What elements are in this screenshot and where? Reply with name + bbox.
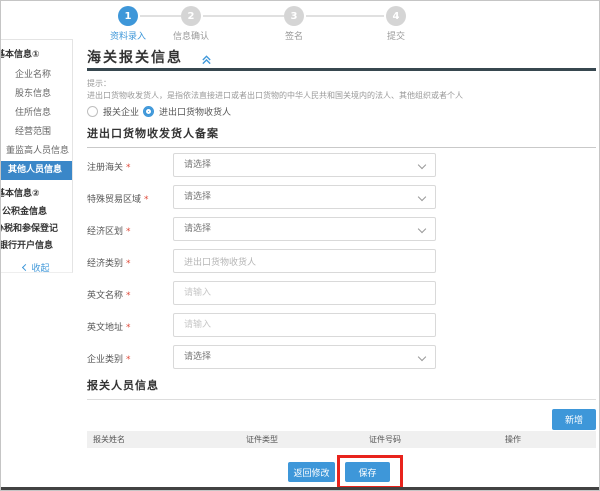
field-label: 经济类别* bbox=[87, 256, 131, 269]
back-to-edit-button[interactable]: 返回修改 bbox=[288, 462, 335, 482]
sidebar-group-basic-info-2[interactable]: 基本信息② bbox=[1, 186, 72, 199]
sidebar-item-housing-fund[interactable]: 公积金信息 bbox=[2, 204, 72, 221]
sidebar-item-bank-account[interactable]: 银行开户信息 bbox=[1, 238, 72, 255]
radio-checked-icon bbox=[143, 106, 154, 117]
economic-zone-select[interactable]: 请选择 bbox=[173, 217, 436, 241]
sidebar-item-company-name[interactable]: 企业名称 bbox=[15, 66, 72, 85]
hint-label: 提示： bbox=[87, 78, 111, 89]
step-3-label: 签名 bbox=[254, 29, 334, 42]
page: 1 2 3 4 资料录入 信息确认 签名 提交 基本信息① 企业名称 股东信息 … bbox=[0, 0, 600, 491]
radio-unchecked-icon bbox=[87, 106, 98, 117]
radio-import-export-consignee[interactable]: 进出口货物收货人 bbox=[143, 105, 231, 118]
form-row-registered-customs: 注册海关* 请选择 bbox=[87, 153, 596, 185]
section-filing-title: 进出口货物收发货人备案 bbox=[87, 125, 596, 148]
field-label: 特殊贸易区域* bbox=[87, 192, 149, 205]
field-label: 经济区划* bbox=[87, 224, 131, 237]
form-row-economic-zone: 经济区划* 请选择 bbox=[87, 217, 596, 249]
form-row-enterprise-category: 企业类别* 请选择 bbox=[87, 345, 596, 377]
chevron-down-icon bbox=[418, 193, 426, 201]
step-1-circle[interactable]: 1 bbox=[118, 6, 138, 26]
sidebar-item-business-scope[interactable]: 经营范围 bbox=[15, 123, 72, 142]
collapse-section-icon[interactable] bbox=[201, 50, 212, 69]
add-staff-button[interactable]: 新增 bbox=[552, 409, 596, 430]
english-address-input[interactable] bbox=[173, 313, 436, 337]
special-trade-zone-select[interactable]: 请选择 bbox=[173, 185, 436, 209]
step-connector bbox=[306, 15, 384, 17]
radio-label: 进出口货物收货人 bbox=[159, 105, 231, 118]
required-asterisk: * bbox=[144, 195, 149, 205]
sidebar-group-basic-info-1[interactable]: 基本信息① bbox=[1, 47, 72, 60]
chevron-down-icon bbox=[418, 353, 426, 361]
col-id-number: 证件号码 bbox=[369, 434, 505, 445]
step-4-label: 提交 bbox=[356, 29, 436, 42]
step-connector bbox=[140, 15, 181, 17]
field-label: 注册海关* bbox=[87, 160, 131, 173]
radio-label: 报关企业 bbox=[103, 105, 139, 118]
sidebar-collapse-label: 收起 bbox=[31, 264, 49, 273]
sidebar: 基本信息① 企业名称 股东信息 住所信息 经营范围 董监高人员信息 其他人员信息… bbox=[1, 39, 73, 273]
step-connector bbox=[203, 15, 284, 17]
section-staff-title: 报关人员信息 bbox=[87, 377, 596, 400]
step-3-circle[interactable]: 3 bbox=[284, 6, 304, 26]
sidebar-item-tax-social-security[interactable]: 办税和参保登记 bbox=[1, 221, 72, 238]
sidebar-item-executives-info[interactable]: 董监高人员信息 bbox=[6, 142, 72, 161]
step-4-circle[interactable]: 4 bbox=[386, 6, 406, 26]
required-asterisk: * bbox=[126, 259, 131, 269]
english-name-input[interactable] bbox=[173, 281, 436, 305]
field-label: 英文地址* bbox=[87, 320, 131, 333]
enterprise-category-select[interactable]: 请选择 bbox=[173, 345, 436, 369]
sidebar-collapse-button[interactable]: 收起 bbox=[1, 261, 72, 273]
title-divider bbox=[87, 68, 596, 71]
form-row-english-name: 英文名称* bbox=[87, 281, 596, 313]
save-button[interactable]: 保存 bbox=[345, 462, 390, 482]
field-label: 企业类别* bbox=[87, 352, 131, 365]
sidebar-item-other-personnel-active[interactable]: 其他人员信息 bbox=[1, 161, 72, 180]
radio-customs-enterprise[interactable]: 报关企业 bbox=[87, 105, 139, 118]
required-asterisk: * bbox=[126, 291, 131, 301]
col-declarant-name: 报关姓名 bbox=[87, 434, 246, 445]
form-row-economic-category: 经济类别* bbox=[87, 249, 596, 281]
economic-category-field bbox=[173, 249, 436, 273]
select-value: 请选择 bbox=[184, 160, 211, 170]
required-asterisk: * bbox=[126, 163, 131, 173]
select-value: 请选择 bbox=[184, 224, 211, 234]
required-asterisk: * bbox=[126, 323, 131, 333]
registered-customs-select[interactable]: 请选择 bbox=[173, 153, 436, 177]
hint-text: 进出口货物收发货人，是指依法直接进口或者出口货物的中华人民共和国关境内的法人、其… bbox=[87, 90, 463, 101]
staff-table-header: 报关姓名 证件类型 证件号码 操作 bbox=[87, 431, 596, 448]
step-2-circle[interactable]: 2 bbox=[181, 6, 201, 26]
sidebar-item-address-info[interactable]: 住所信息 bbox=[15, 104, 72, 123]
select-value: 请选择 bbox=[184, 352, 211, 362]
select-value: 请选择 bbox=[184, 192, 211, 202]
chevron-left-icon bbox=[22, 264, 29, 271]
form-row-special-trade-zone: 特殊贸易区域* 请选择 bbox=[87, 185, 596, 217]
bottom-edge-bar bbox=[1, 487, 599, 490]
required-asterisk: * bbox=[126, 355, 131, 365]
step-2-label: 信息确认 bbox=[151, 29, 231, 42]
col-actions: 操作 bbox=[505, 434, 596, 445]
chevron-down-icon bbox=[418, 161, 426, 169]
page-title: 海关报关信息 bbox=[87, 47, 183, 67]
col-id-type: 证件类型 bbox=[246, 434, 369, 445]
sidebar-item-shareholder-info[interactable]: 股东信息 bbox=[15, 85, 72, 104]
chevron-down-icon bbox=[418, 225, 426, 233]
required-asterisk: * bbox=[126, 227, 131, 237]
field-label: 英文名称* bbox=[87, 288, 131, 301]
filing-form: 注册海关* 请选择 特殊贸易区域* 请选择 经济区划* 请选择 经济类别* 英文… bbox=[87, 153, 596, 377]
form-row-english-address: 英文地址* bbox=[87, 313, 596, 345]
